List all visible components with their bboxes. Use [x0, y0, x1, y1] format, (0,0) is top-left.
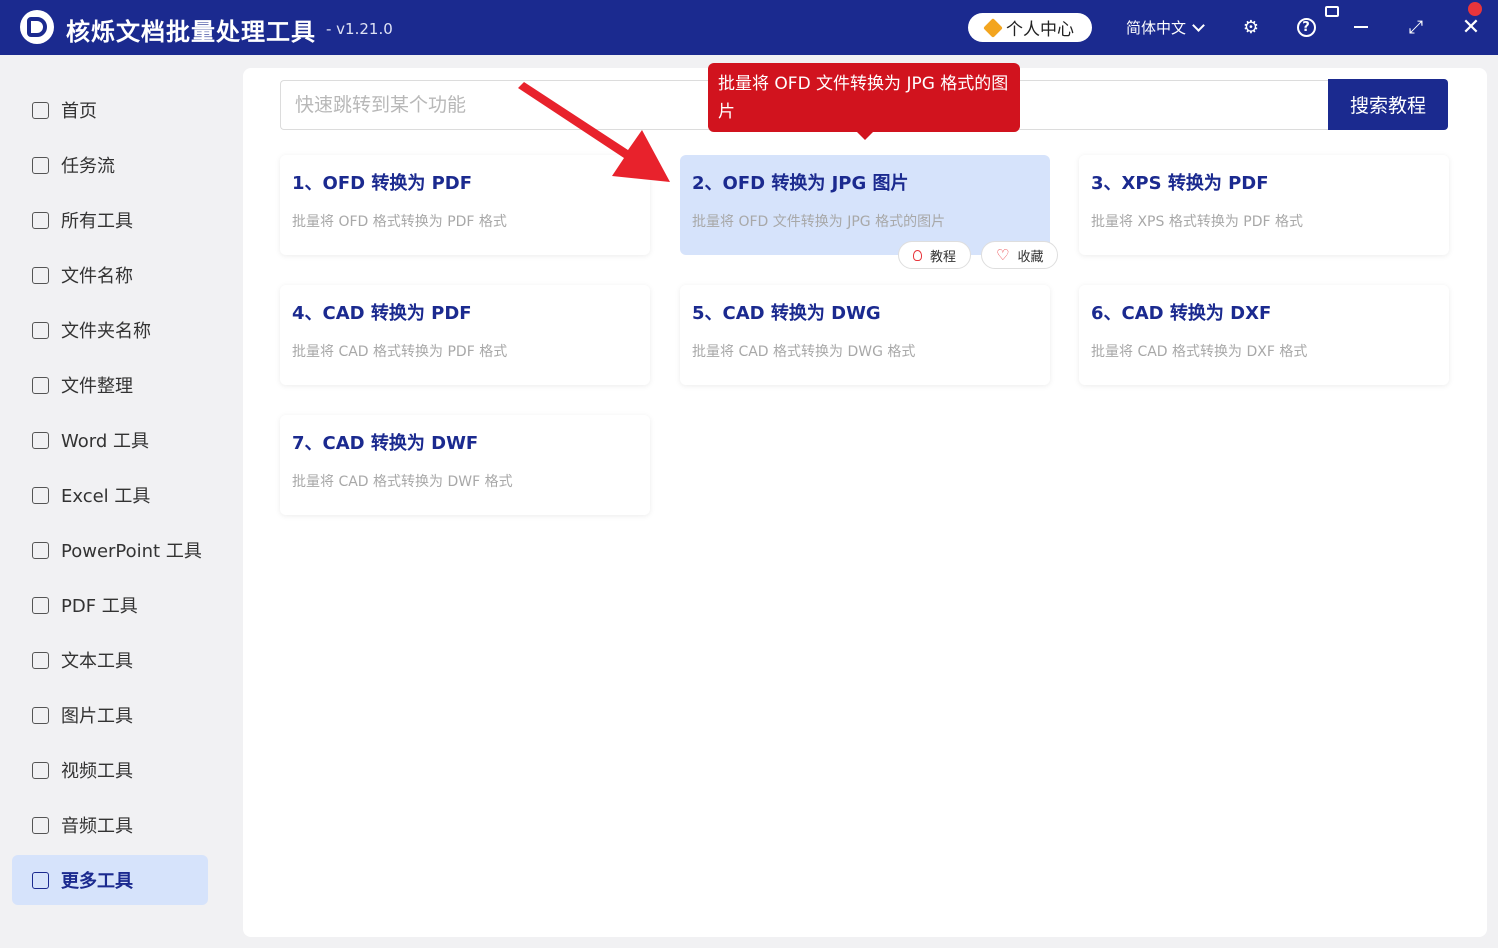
sidebar-item-video[interactable]: 视频工具	[12, 745, 208, 795]
gear-icon[interactable]: ⚙	[1240, 16, 1262, 38]
tool-card-xps-to-pdf[interactable]: 3、XPS 转换为 PDF 批量将 XPS 格式转换为 PDF 格式	[1079, 155, 1449, 255]
sidebar-item-file-name[interactable]: 文件名称	[12, 250, 208, 300]
language-select[interactable]: 简体中文	[1126, 17, 1205, 38]
close-icon[interactable]: ✕	[1460, 15, 1482, 40]
sidebar-item-more-tools[interactable]: 更多工具	[12, 855, 208, 905]
sidebar-item-powerpoint[interactable]: PowerPoint 工具	[12, 525, 208, 575]
folder-icon	[32, 321, 49, 339]
tool-card-cad-to-dxf[interactable]: 6、CAD 转换为 DXF 批量将 CAD 格式转换为 DXF 格式	[1079, 285, 1449, 385]
main-panel: 搜索教程 1、OFD 转换为 PDF 批量将 OFD 格式转换为 PDF 格式 …	[243, 68, 1487, 937]
sidebar-item-label: 所有工具	[61, 211, 133, 232]
sidebar-item-label: Word 工具	[61, 431, 149, 452]
card-title: 6、CAD 转换为 DXF	[1091, 303, 1272, 324]
tool-card-cad-to-dwg[interactable]: 5、CAD 转换为 DWG 批量将 CAD 格式转换为 DWG 格式	[680, 285, 1050, 385]
message-icon[interactable]	[1325, 6, 1339, 17]
card-desc: 批量将 OFD 文件转换为 JPG 格式的图片	[692, 214, 946, 230]
lightbulb-icon	[913, 249, 922, 261]
tool-card-ofd-to-pdf[interactable]: 1、OFD 转换为 PDF 批量将 OFD 格式转换为 PDF 格式	[280, 155, 650, 255]
app-logo-icon	[20, 10, 54, 44]
sidebar-item-workflow[interactable]: 任务流	[12, 140, 208, 190]
card-actions: 教程 ♡ 收藏	[898, 241, 1059, 269]
sidebar-item-word[interactable]: Word 工具	[12, 415, 208, 465]
user-center-button[interactable]: 个人中心	[968, 13, 1092, 42]
sidebar-item-label: PDF 工具	[61, 596, 138, 617]
tooltip: 批量将 OFD 文件转换为 JPG 格式的图片	[708, 63, 1020, 132]
video-icon	[32, 761, 49, 779]
tool-card-ofd-to-jpg[interactable]: 2、OFD 转换为 JPG 图片 批量将 OFD 文件转换为 JPG 格式的图片…	[680, 155, 1059, 269]
diamond-icon	[983, 17, 1003, 38]
card-desc: 批量将 XPS 格式转换为 PDF 格式	[1091, 214, 1303, 230]
sidebar-item-label: 视频工具	[61, 761, 133, 782]
card-title: 1、OFD 转换为 PDF	[292, 173, 473, 194]
card-desc: 批量将 CAD 格式转换为 DWG 格式	[692, 344, 916, 360]
favorite-label: 收藏	[1017, 249, 1044, 265]
sidebar-item-label: 任务流	[61, 156, 115, 177]
card-title: 2、OFD 转换为 JPG 图片	[692, 173, 909, 194]
heart-icon: ♡	[996, 246, 1010, 264]
workflow-icon	[32, 156, 49, 174]
organize-icon	[32, 376, 49, 394]
sidebar-item-excel[interactable]: Excel 工具	[12, 470, 208, 520]
sidebar-item-audio[interactable]: 音频工具	[12, 800, 208, 850]
card-desc: 批量将 CAD 格式转换为 PDF 格式	[292, 344, 508, 360]
sidebar-item-label: Excel 工具	[61, 486, 151, 507]
card-title: 7、CAD 转换为 DWF	[292, 433, 479, 454]
home-icon	[32, 101, 49, 119]
language-label: 简体中文	[1126, 19, 1187, 37]
help-icon[interactable]: ?	[1295, 16, 1317, 38]
maximize-icon[interactable]: ⤢	[1405, 16, 1427, 38]
tutorial-label: 教程	[930, 249, 957, 265]
card-title: 3、XPS 转换为 PDF	[1091, 173, 1269, 194]
minimize-icon[interactable]	[1350, 16, 1372, 38]
sidebar-item-label: 更多工具	[61, 871, 133, 892]
word-icon	[32, 431, 49, 449]
tooltip-arrow	[855, 130, 875, 140]
text-icon	[32, 651, 49, 669]
favorite-button[interactable]: ♡ 收藏	[981, 241, 1059, 269]
title-bar: 核烁文档批量处理工具 - v1.21.0 个人中心 简体中文 ⚙ ? ⤢ ✕	[0, 0, 1498, 55]
sidebar-item-label: 图片工具	[61, 706, 133, 727]
sidebar: 首页 任务流 所有工具 文件名称 文件夹名称 文件整理 Word 工具 Exce…	[0, 55, 220, 948]
card-desc: 批量将 CAD 格式转换为 DWF 格式	[292, 474, 513, 490]
excel-icon	[32, 486, 49, 504]
sidebar-item-all-tools[interactable]: 所有工具	[12, 195, 208, 245]
sidebar-item-folder-name[interactable]: 文件夹名称	[12, 305, 208, 355]
monitor-icon	[32, 211, 49, 229]
app-version: - v1.21.0	[326, 20, 393, 38]
sidebar-item-file-organize[interactable]: 文件整理	[12, 360, 208, 410]
file-icon	[32, 266, 49, 284]
sidebar-item-label: 首页	[61, 101, 97, 122]
app-title: 核烁文档批量处理工具	[66, 18, 316, 46]
tool-card-cad-to-dwf[interactable]: 7、CAD 转换为 DWF 批量将 CAD 格式转换为 DWF 格式	[280, 415, 650, 515]
sidebar-item-pdf[interactable]: PDF 工具	[12, 580, 208, 630]
card-desc: 批量将 OFD 格式转换为 PDF 格式	[292, 214, 507, 230]
card-title: 5、CAD 转换为 DWG	[692, 303, 881, 324]
image-icon	[32, 706, 49, 724]
sidebar-item-label: PowerPoint 工具	[61, 541, 202, 562]
search-tutorial-button[interactable]: 搜索教程	[1328, 79, 1448, 130]
user-center-label: 个人中心	[1006, 20, 1074, 40]
tool-card-cad-to-pdf[interactable]: 4、CAD 转换为 PDF 批量将 CAD 格式转换为 PDF 格式	[280, 285, 650, 385]
sidebar-item-image[interactable]: 图片工具	[12, 690, 208, 740]
tutorial-button[interactable]: 教程	[898, 241, 972, 269]
grid-icon	[32, 871, 49, 889]
sidebar-item-label: 文本工具	[61, 651, 133, 672]
card-desc: 批量将 CAD 格式转换为 DXF 格式	[1091, 344, 1308, 360]
sidebar-item-label: 文件名称	[61, 266, 133, 287]
powerpoint-icon	[32, 541, 49, 559]
card-title: 4、CAD 转换为 PDF	[292, 303, 472, 324]
sidebar-item-label: 文件整理	[61, 376, 133, 397]
sidebar-item-text[interactable]: 文本工具	[12, 635, 208, 685]
sidebar-item-label: 文件夹名称	[61, 321, 151, 342]
chevron-down-icon	[1192, 18, 1205, 32]
sidebar-item-home[interactable]: 首页	[12, 85, 208, 135]
pdf-icon	[32, 596, 49, 614]
sidebar-item-label: 音频工具	[61, 816, 133, 837]
mic-icon	[32, 816, 49, 834]
